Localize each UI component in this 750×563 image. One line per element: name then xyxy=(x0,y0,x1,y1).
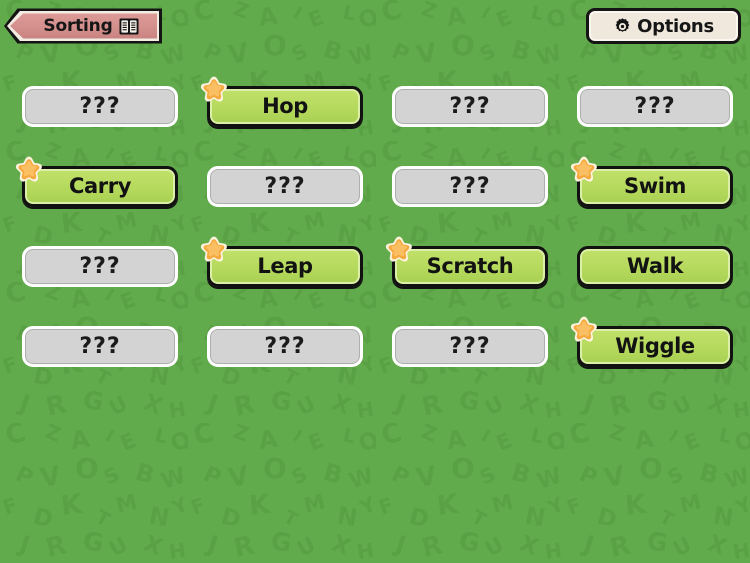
banner-content: Sorting xyxy=(27,16,139,36)
move-cell: ??? xyxy=(375,326,560,406)
move-button-swim[interactable]: Swim xyxy=(577,166,733,207)
move-button-label: ??? xyxy=(79,333,121,359)
move-button-label: Wiggle xyxy=(615,334,695,358)
move-cell: Wiggle xyxy=(560,316,745,406)
move-cell: ??? xyxy=(375,86,560,166)
move-cell: Walk xyxy=(560,246,745,326)
move-button-scratch[interactable]: Scratch xyxy=(392,246,548,287)
move-cell: ??? xyxy=(190,326,375,406)
move-button-label: Walk xyxy=(626,254,684,278)
move-cell: ??? xyxy=(5,326,190,406)
move-cell: ??? xyxy=(190,166,375,246)
gear-icon xyxy=(613,17,632,36)
move-cell: ??? xyxy=(5,246,190,326)
move-cell: ??? xyxy=(375,166,560,246)
move-button-label: Leap xyxy=(257,254,313,278)
move-button-locked[interactable]: ??? xyxy=(22,86,178,127)
move-button-locked[interactable]: ??? xyxy=(577,86,733,127)
move-cell: Swim xyxy=(560,156,745,246)
move-cell: ??? xyxy=(5,86,190,166)
options-button[interactable]: Options xyxy=(586,8,741,44)
move-button-hop[interactable]: Hop xyxy=(207,86,363,127)
move-button-label: ??? xyxy=(79,93,121,119)
move-button-label: Carry xyxy=(69,174,131,198)
move-button-label: ??? xyxy=(634,93,676,119)
move-button-locked[interactable]: ??? xyxy=(207,166,363,207)
move-grid: ??? Hop?????? Carry?????? Swim??? Leap Scratc… xyxy=(0,76,750,406)
move-button-label: ??? xyxy=(449,333,491,359)
move-button-label: ??? xyxy=(79,253,121,279)
move-button-locked[interactable]: ??? xyxy=(22,326,178,367)
move-button-locked[interactable]: ??? xyxy=(207,326,363,367)
move-button-locked[interactable]: ??? xyxy=(392,86,548,127)
move-button-label: ??? xyxy=(264,333,306,359)
move-button-walk[interactable]: Walk xyxy=(577,246,733,287)
book-icon xyxy=(119,18,139,35)
move-button-locked[interactable]: ??? xyxy=(392,166,548,207)
move-cell: Hop xyxy=(190,76,375,166)
move-button-locked[interactable]: ??? xyxy=(392,326,548,367)
move-button-label: ??? xyxy=(449,93,491,119)
sorting-banner-label: Sorting xyxy=(43,16,113,36)
options-button-label: Options xyxy=(637,15,714,37)
move-button-label: Hop xyxy=(262,94,308,118)
move-button-label: ??? xyxy=(264,173,306,199)
move-button-locked[interactable]: ??? xyxy=(22,246,178,287)
move-button-wiggle[interactable]: Wiggle xyxy=(577,326,733,367)
move-button-leap[interactable]: Leap xyxy=(207,246,363,287)
move-cell: ??? xyxy=(560,86,745,166)
move-cell: Scratch xyxy=(375,236,560,326)
move-cell: Carry xyxy=(5,156,190,246)
move-cell: Leap xyxy=(190,236,375,326)
move-button-label: Swim xyxy=(623,174,686,198)
move-button-label: ??? xyxy=(449,173,491,199)
move-button-carry[interactable]: Carry xyxy=(22,166,178,207)
sorting-banner[interactable]: Sorting xyxy=(4,7,162,45)
move-button-label: Scratch xyxy=(426,254,514,278)
